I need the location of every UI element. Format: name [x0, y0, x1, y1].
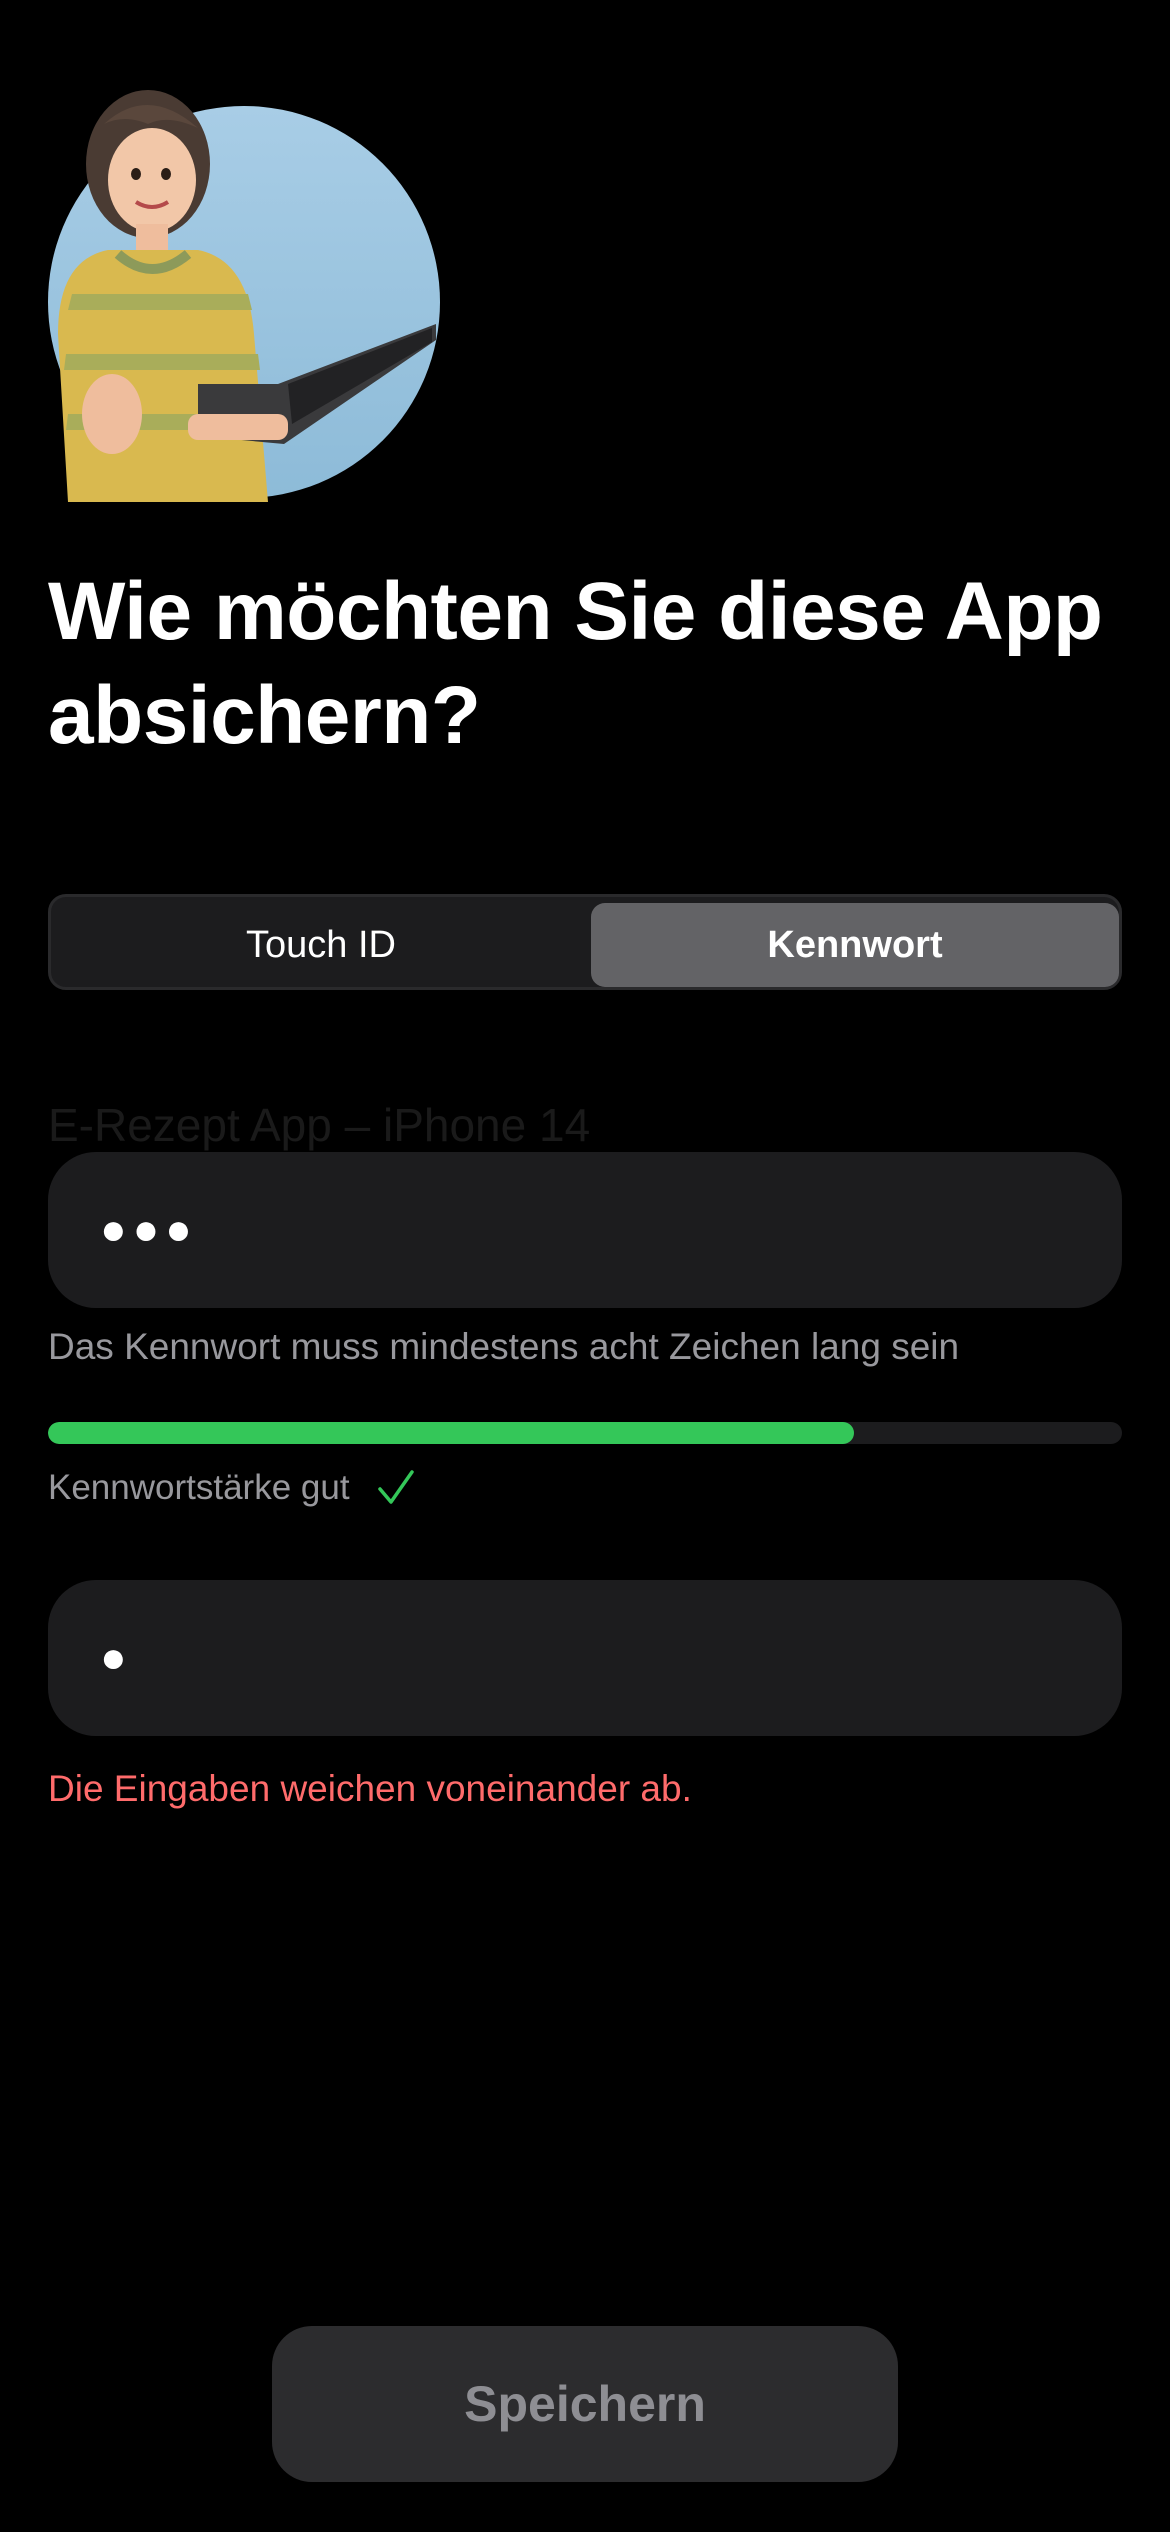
password-field[interactable]: ●●● — [48, 1152, 1122, 1308]
password-strength-label: Kennwortstärke gut — [48, 1468, 350, 1507]
password-masked-value: ●●● — [100, 1205, 198, 1254]
page-title: Wie möchten Sie diese App absichern? — [48, 566, 1103, 761]
mismatch-error-message: Die Eingaben weichen voneinander ab. — [48, 1768, 692, 1809]
segment-touch-id[interactable]: Touch ID — [57, 903, 585, 987]
woman-with-laptop-illustration — [48, 84, 440, 502]
password-strength-bar — [48, 1422, 1122, 1444]
password-hint: Das Kennwort muss mindestens acht Zeiche… — [48, 1326, 960, 1367]
checkmark-icon — [376, 1468, 416, 1508]
security-method-segmented-control[interactable]: Touch ID Kennwort — [48, 894, 1122, 990]
segment-kennwort[interactable]: Kennwort — [591, 903, 1119, 987]
password-strength-status: Kennwortstärke gut — [48, 1468, 416, 1508]
password-strength-fill — [48, 1422, 854, 1444]
faded-device-label: E-Rezept App – iPhone 14 — [48, 1099, 591, 1151]
confirm-password-field[interactable]: ● — [48, 1580, 1122, 1736]
save-button[interactable]: Speichern — [272, 2326, 898, 2482]
confirm-password-masked-value: ● — [100, 1633, 133, 1682]
